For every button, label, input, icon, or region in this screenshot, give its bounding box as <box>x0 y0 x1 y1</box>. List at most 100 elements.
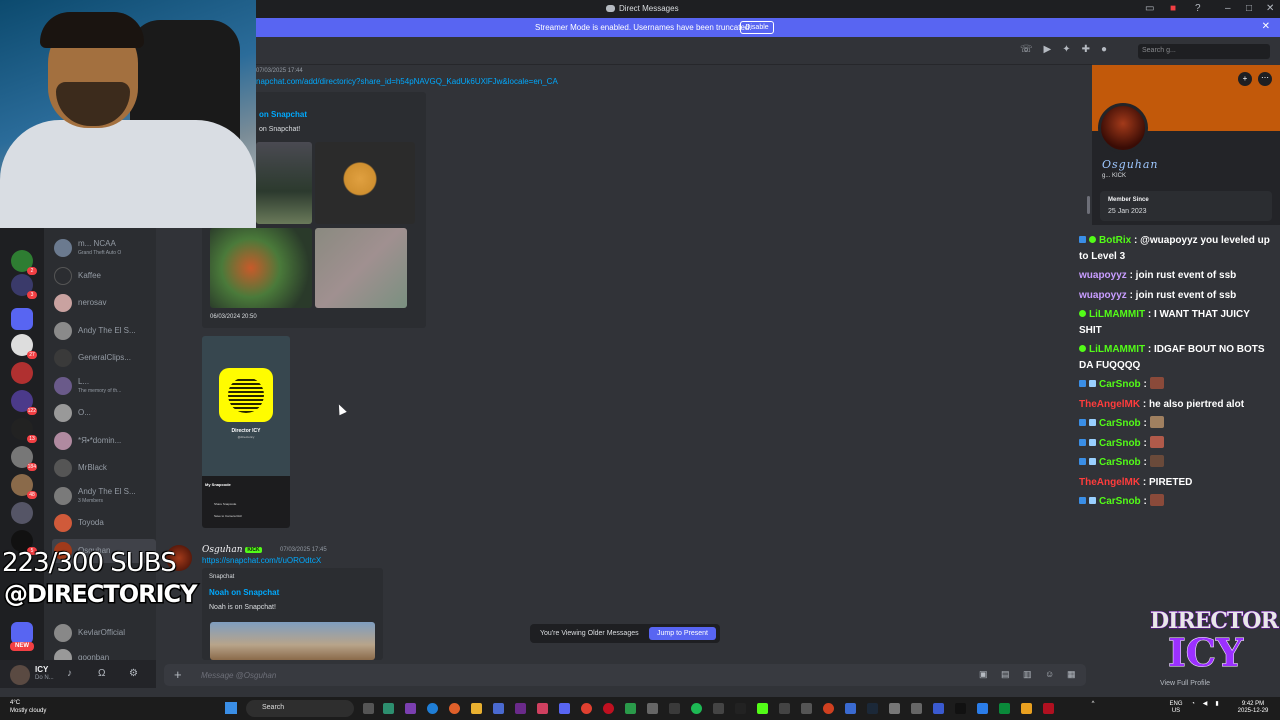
close-banner-icon[interactable]: ✕ <box>1262 21 1270 32</box>
embed-title[interactable]: on Snapchat <box>259 110 307 119</box>
taskbar-app-icon[interactable] <box>1021 703 1032 714</box>
disable-streamer-mode-button[interactable]: Disable <box>740 21 774 34</box>
server-icon[interactable]: 27 <box>11 334 37 359</box>
spotify-icon[interactable] <box>691 703 702 714</box>
taskbar-app-icon[interactable] <box>889 703 900 714</box>
task-view-icon[interactable] <box>363 703 374 714</box>
sticker-icon[interactable]: ▥ <box>1023 669 1032 680</box>
taskbar-app-icon[interactable] <box>823 703 834 714</box>
microphone-icon[interactable]: ♪ <box>67 668 72 679</box>
taskbar-app-icon[interactable] <box>537 703 548 714</box>
dm-list-item[interactable]: goonban <box>52 646 156 660</box>
x-icon[interactable] <box>955 703 966 714</box>
taskbar-app-icon[interactable] <box>735 703 746 714</box>
settings-gear-icon[interactable]: ⚙ <box>129 668 138 679</box>
taskbar-app-icon[interactable] <box>647 703 658 714</box>
firefox-icon[interactable] <box>449 703 460 714</box>
dm-list-item[interactable]: GeneralClips... <box>52 346 156 370</box>
server-folder-icon[interactable] <box>11 622 33 644</box>
dm-list-item[interactable]: KevlarOfficial <box>52 621 156 645</box>
taskbar-app-icon[interactable] <box>999 703 1010 714</box>
embed-image[interactable] <box>256 142 312 224</box>
taskbar-app-icon[interactable] <box>779 703 790 714</box>
dm-list-item[interactable]: m... NCAA Grand Theft Auto O <box>52 236 156 260</box>
dm-list-item[interactable]: Kaffee <box>52 264 156 288</box>
gift-icon[interactable]: ▣ <box>979 669 988 680</box>
dm-list-item[interactable]: Andy The El S... 3 Members <box>52 484 156 508</box>
edge-icon[interactable] <box>427 703 438 714</box>
apps-icon[interactable]: ▦ <box>1067 669 1076 680</box>
embed-image[interactable] <box>210 622 375 660</box>
taskbar-app-icon[interactable] <box>515 703 526 714</box>
emoji-icon[interactable]: ☺ <box>1045 669 1054 679</box>
taskbar-app-icon[interactable] <box>845 703 856 714</box>
taskbar-app-icon[interactable] <box>1043 703 1054 714</box>
dm-list-item[interactable]: Toyoda <box>52 511 156 535</box>
video-call-icon[interactable]: ▶ <box>1044 44 1052 55</box>
embed-image[interactable] <box>315 228 407 308</box>
dm-list-item[interactable]: MrBlack <box>52 456 156 480</box>
taskbar-app-icon[interactable] <box>933 703 944 714</box>
server-icon[interactable]: 3 <box>11 274 37 299</box>
embed-image[interactable] <box>210 228 312 308</box>
dm-list-item[interactable]: L... The memory of th... <box>52 374 156 398</box>
add-friend-icon[interactable]: + <box>1238 72 1252 86</box>
inbox-icon[interactable]: ▭ <box>1145 2 1154 16</box>
scrollbar[interactable] <box>1087 196 1090 214</box>
tray-chevron-icon[interactable]: ^ <box>1088 701 1098 708</box>
help-icon[interactable]: ? <box>1195 2 1201 16</box>
message-link[interactable]: https://snapchat.com/t/uOROdtcX <box>202 556 321 565</box>
jump-to-present-button[interactable]: Jump to Present <box>649 627 716 640</box>
close-window-icon[interactable]: ✕ <box>1266 2 1274 16</box>
taskbar-app-icon[interactable] <box>625 703 636 714</box>
dm-list-item[interactable]: nerosav <box>52 291 156 315</box>
taskbar-app-icon[interactable] <box>911 703 922 714</box>
file-explorer-icon[interactable] <box>471 703 482 714</box>
steam-icon[interactable] <box>867 703 878 714</box>
add-friends-icon[interactable]: ✚ <box>1082 44 1090 55</box>
maximize-icon[interactable]: □ <box>1246 2 1252 16</box>
taskbar-app-icon[interactable] <box>493 703 504 714</box>
voice-call-icon[interactable]: ☏ <box>1020 44 1033 55</box>
gif-icon[interactable]: ▤ <box>1001 669 1010 680</box>
dm-list-item[interactable]: Andy The El S... <box>52 319 156 343</box>
more-options-icon[interactable]: ⋯ <box>1258 72 1272 86</box>
server-icon[interactable]: 48 <box>11 474 37 499</box>
chrome-icon[interactable] <box>581 703 592 714</box>
pinned-messages-icon[interactable]: ✦ <box>1062 44 1070 55</box>
minimize-icon[interactable]: – <box>1225 2 1231 16</box>
headphones-icon[interactable]: Ω <box>98 668 105 679</box>
add-attachment-icon[interactable]: + <box>174 667 182 682</box>
server-icon[interactable]: 122 <box>11 390 37 415</box>
server-icon[interactable]: 184 <box>11 446 37 471</box>
battery-icon[interactable]: ▮ <box>1212 701 1222 708</box>
server-icon[interactable]: 13 <box>11 418 37 443</box>
taskbar-app-icon[interactable] <box>669 703 680 714</box>
embed-title[interactable]: Noah on Snapchat <box>209 588 279 597</box>
dm-list-item[interactable]: *Я•*domin... <box>52 429 156 453</box>
kick-icon[interactable] <box>757 703 768 714</box>
message-input[interactable]: Message @Osguhan <box>201 671 276 680</box>
view-full-profile-link[interactable]: View Full Profile <box>1160 680 1210 687</box>
dm-list-item[interactable]: O... <box>52 401 156 425</box>
windows-start-icon[interactable] <box>225 702 237 714</box>
search-input[interactable]: Search g... <box>1138 44 1270 59</box>
taskbar-app-icon[interactable] <box>713 703 724 714</box>
profile-avatar[interactable] <box>1098 103 1148 153</box>
server-icon[interactable]: 2 <box>11 250 37 275</box>
message-link[interactable]: napchat.com/add/directoricy?share_id=h54… <box>256 77 558 86</box>
clock[interactable]: 9:42 PM 2025-12-29 <box>1234 701 1272 715</box>
message-author[interactable]: Osguhan KICK <box>202 545 262 555</box>
discord-taskbar-icon[interactable] <box>559 703 570 714</box>
volume-icon[interactable]: ◀ <box>1200 701 1210 708</box>
server-folder-icon[interactable] <box>11 308 33 330</box>
taskbar-app-icon[interactable] <box>977 703 988 714</box>
language-indicator[interactable]: ENG US <box>1166 701 1186 715</box>
taskbar-search[interactable]: Search <box>246 700 354 717</box>
weather-widget[interactable]: 4°C Mostly cloudy <box>10 699 46 715</box>
snapcode-screenshot[interactable]: Director ICY @directoricy My Snapcode Sh… <box>202 336 290 528</box>
embed-image[interactable] <box>315 142 415 224</box>
taskbar-app-icon[interactable] <box>405 703 416 714</box>
taskbar-app-icon[interactable] <box>383 703 394 714</box>
avatar[interactable] <box>10 665 30 685</box>
